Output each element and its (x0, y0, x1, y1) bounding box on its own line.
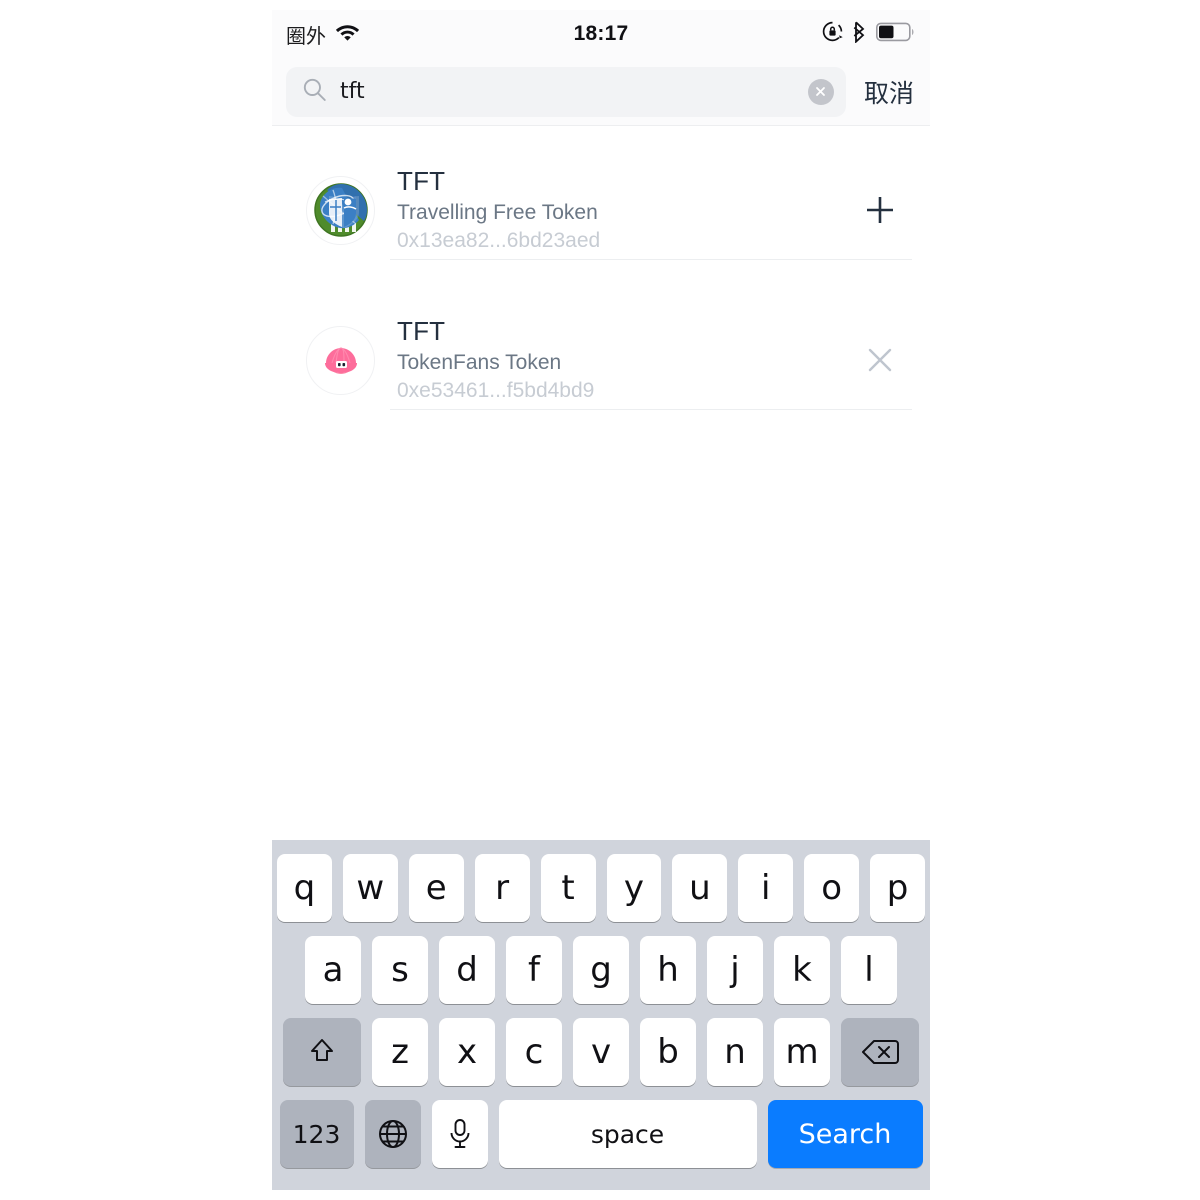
search-input[interactable]: tft (286, 66, 846, 117)
key-q[interactable]: q (276, 854, 332, 922)
key-f[interactable]: f (506, 936, 562, 1004)
key-p[interactable]: p (870, 854, 926, 922)
search-bar: tft 取消 (272, 58, 930, 126)
key-z[interactable]: z (372, 1018, 428, 1086)
keyboard-search-button[interactable]: Search (767, 1100, 923, 1168)
keyboard-row-4: 123 space Search (277, 1100, 925, 1168)
key-k[interactable]: k (774, 936, 830, 1004)
row-text-block: TFT TokenFans Token 0xe53461...f5bd4bd9 (397, 315, 852, 403)
key-j[interactable]: j (707, 936, 763, 1004)
token-symbol: TFT (397, 165, 446, 196)
status-bar: 圈外 18:17 (272, 10, 930, 58)
clear-circle-icon[interactable] (807, 78, 834, 105)
token-symbol: TFT (397, 315, 446, 346)
token-name: Travelling Free Token (397, 200, 598, 224)
plus-icon[interactable] (852, 182, 908, 238)
space-key[interactable]: space (498, 1100, 757, 1168)
key-n[interactable]: n (707, 1018, 763, 1086)
key-t[interactable]: t (540, 854, 596, 922)
close-icon[interactable] (852, 332, 908, 388)
row-separator (390, 259, 912, 260)
token-address: 0xe53461...f5bd4bd9 (397, 378, 595, 402)
numbers-key[interactable]: 123 (279, 1100, 354, 1168)
key-l[interactable]: l (841, 936, 897, 1004)
key-y[interactable]: y (606, 854, 662, 922)
keyboard-row-1: q w e r t y u i o p (276, 854, 926, 922)
key-r[interactable]: r (474, 854, 530, 922)
globe-language-icon[interactable] (364, 1100, 421, 1168)
search-input-value[interactable]: tft (340, 79, 795, 104)
token-name: TokenFans Token (397, 350, 562, 374)
search-results-list: TFT Travelling Free Token 0x13ea82...6bd… (272, 160, 930, 840)
key-h[interactable]: h (640, 936, 696, 1004)
backspace-delete-icon[interactable] (841, 1018, 919, 1086)
cancel-button[interactable]: 取消 (864, 74, 914, 110)
key-a[interactable]: a (305, 936, 361, 1004)
key-x[interactable]: x (439, 1018, 495, 1086)
key-c[interactable]: c (506, 1018, 562, 1086)
microphone-icon[interactable] (431, 1100, 488, 1168)
search-icon (302, 77, 327, 107)
table-row[interactable]: TFT TokenFans Token 0xe53461...f5bd4bd9 (272, 310, 930, 410)
clock-label: 18:17 (573, 22, 629, 45)
key-g[interactable]: g (573, 936, 629, 1004)
key-b[interactable]: b (640, 1018, 696, 1086)
row-text-block: TFT Travelling Free Token 0x13ea82...6bd… (397, 165, 852, 253)
keyboard-row-3: z x c v b n m (277, 1018, 925, 1086)
key-o[interactable]: o (804, 854, 860, 922)
phone-screen: 圈外 18:17 tft 取消 TFT Travelling Free Toke… (272, 10, 930, 1190)
key-e[interactable]: e (408, 854, 464, 922)
key-d[interactable]: d (439, 936, 495, 1004)
travelling-free-token-logo (306, 175, 375, 245)
key-i[interactable]: i (738, 854, 794, 922)
tokenfans-token-logo (306, 325, 375, 395)
keyboard-row-2: a s d f g h j k l (277, 936, 925, 1004)
key-u[interactable]: u (672, 854, 728, 922)
key-w[interactable]: w (342, 854, 398, 922)
key-v[interactable]: v (573, 1018, 629, 1086)
key-s[interactable]: s (372, 936, 428, 1004)
table-row[interactable]: TFT Travelling Free Token 0x13ea82...6bd… (272, 160, 930, 260)
onscreen-keyboard: q w e r t y u i o p a s d f g h j k l z … (272, 840, 930, 1190)
shift-up-arrow-icon[interactable] (283, 1018, 361, 1086)
key-m[interactable]: m (774, 1018, 830, 1086)
token-address: 0x13ea82...6bd23aed (397, 228, 601, 252)
row-separator (390, 409, 912, 410)
